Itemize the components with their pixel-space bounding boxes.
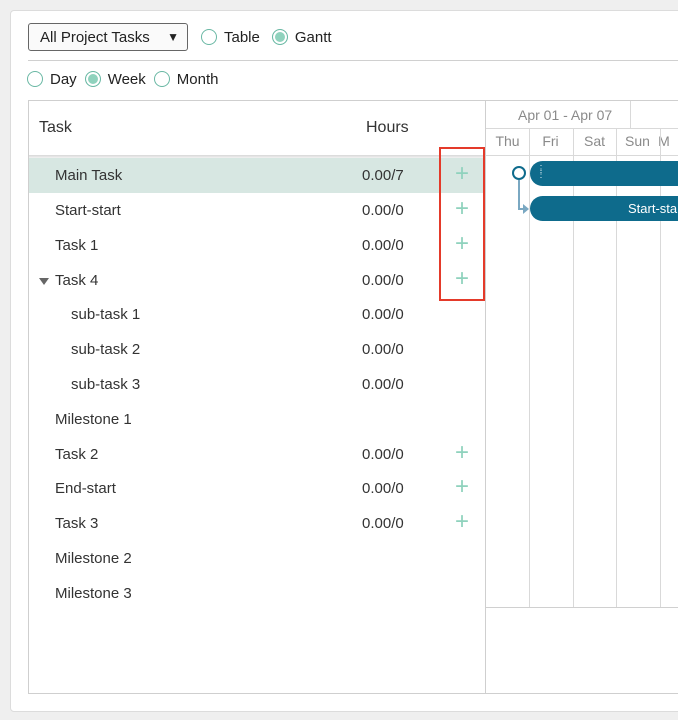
task-row-main-task[interactable]: Main Task 0.00/7 + [29, 158, 485, 193]
add-subtask-icon[interactable]: + [455, 509, 469, 535]
task-hours: 0.00/0 [362, 237, 404, 254]
add-subtask-icon[interactable]: + [455, 231, 469, 257]
day-header-thu: Thu [495, 133, 520, 149]
task-name: sub-task 3 [71, 376, 141, 393]
task-row-sub-task-2[interactable]: sub-task 2 0.00/0 [29, 332, 485, 367]
expand-caret-icon[interactable] [39, 278, 49, 285]
task-name: Task 4 [55, 272, 99, 289]
gantt-bar-start-start[interactable]: Start-sta [530, 196, 678, 221]
task-row-milestone-3[interactable]: Milestone 3 [29, 576, 485, 611]
task-name: Milestone 2 [55, 550, 132, 567]
drag-handle-icon[interactable]: ⋮ ⋮ [536, 165, 547, 180]
scale-month-radio[interactable]: Month [153, 70, 219, 88]
day-header-sat: Sat [583, 133, 605, 149]
hours-column-header: Hours [366, 119, 409, 136]
dependency-handle-icon[interactable] [512, 166, 526, 180]
task-filter-value: All Project Tasks [40, 28, 150, 46]
task-row-end-start[interactable]: End-start 0.00/0 + [29, 471, 485, 506]
view-gantt-label: Gantt [294, 28, 332, 46]
day-gridline [529, 128, 530, 608]
task-name: Task 2 [55, 446, 99, 463]
view-table-label: Table [224, 28, 260, 46]
toolbar: All Project Tasks ▼ Table Gantt [28, 22, 332, 52]
task-row-milestone-2[interactable]: Milestone 2 [29, 541, 485, 576]
view-table-radio[interactable]: Table [201, 29, 260, 46]
week-header-divider [630, 101, 631, 128]
add-subtask-icon[interactable]: + [455, 161, 469, 187]
scale-day-radio[interactable]: Day [27, 71, 77, 88]
task-row-sub-task-3[interactable]: sub-task 3 0.00/0 [29, 367, 485, 402]
scale-month-label: Month [176, 70, 219, 88]
task-filter-select[interactable]: All Project Tasks ▼ [28, 23, 188, 51]
dependency-connector [518, 180, 520, 209]
task-row-start-start[interactable]: Start-start 0.00/0 + [29, 193, 485, 228]
week-header-line [486, 128, 678, 129]
task-name: Task 3 [55, 515, 99, 532]
day-header-fri: Fri [542, 133, 559, 149]
task-name: Start-start [55, 202, 121, 219]
task-column-header: Task [39, 119, 72, 136]
task-row-milestone-1[interactable]: Milestone 1 [29, 402, 485, 437]
task-name: End-start [55, 480, 116, 497]
dependency-arrow-icon [523, 204, 529, 214]
time-scale-options: Day Week Month [27, 68, 226, 90]
task-name: Milestone 1 [55, 411, 132, 428]
add-subtask-icon[interactable]: + [455, 196, 469, 222]
task-name: sub-task 1 [71, 306, 141, 323]
task-list: Task Hours Main Task 0.00/7 + Start-star… [29, 101, 485, 693]
task-row-task-1[interactable]: Task 1 0.00/0 + [29, 228, 485, 263]
task-name: Task 1 [55, 237, 99, 254]
radio-icon [27, 71, 43, 87]
task-row-task-3[interactable]: Task 3 0.00/0 + [29, 506, 485, 541]
task-row-sub-task-1[interactable]: sub-task 1 0.00/0 [29, 297, 485, 332]
add-subtask-icon[interactable]: + [455, 474, 469, 500]
gantt-grid: Task Hours Main Task 0.00/7 + Start-star… [28, 100, 678, 694]
day-header-sun: Sun [625, 133, 650, 149]
task-row-task-4[interactable]: Task 4 0.00/0 + [29, 263, 485, 298]
radio-icon [201, 29, 217, 45]
task-hours: 0.00/0 [362, 202, 404, 219]
task-row-task-2[interactable]: Task 2 0.00/0 + [29, 437, 485, 472]
task-hours: 0.00/7 [362, 167, 404, 184]
view-gantt-radio[interactable]: Gantt [271, 28, 332, 46]
add-subtask-icon[interactable]: + [455, 266, 469, 292]
task-hours: 0.00/0 [362, 480, 404, 497]
toolbar-divider [28, 60, 678, 61]
radio-icon [153, 71, 170, 87]
gantt-timeline: Apr 01 - Apr 07 Thu Fri Sat Sun M ⋮ ⋮ Sta… [485, 101, 678, 693]
scale-week-label: Week [107, 70, 146, 88]
radio-selected-icon [84, 71, 101, 87]
day-header-mon: M [658, 133, 670, 149]
gantt-bar-label: Start-sta [628, 201, 678, 216]
task-hours: 0.00/0 [362, 341, 404, 358]
gantt-bottom-line [486, 607, 678, 608]
task-hours: 0.00/0 [362, 376, 404, 393]
task-hours: 0.00/0 [362, 515, 404, 532]
chevron-down-icon: ▼ [167, 30, 179, 44]
add-subtask-icon[interactable]: + [455, 440, 469, 466]
task-name: Milestone 3 [55, 585, 132, 602]
gantt-bar-main-task[interactable]: ⋮ ⋮ [530, 161, 678, 186]
scale-week-radio[interactable]: Week [84, 70, 146, 88]
task-hours: 0.00/0 [362, 306, 404, 323]
task-hours: 0.00/0 [362, 446, 404, 463]
task-name: sub-task 2 [71, 341, 141, 358]
week-range-label: Apr 01 - Apr 07 [518, 107, 613, 123]
day-header-line [486, 155, 678, 156]
task-name: Main Task [55, 167, 123, 184]
task-hours: 0.00/0 [362, 272, 404, 289]
scale-day-label: Day [50, 70, 77, 88]
radio-selected-icon [271, 29, 288, 45]
